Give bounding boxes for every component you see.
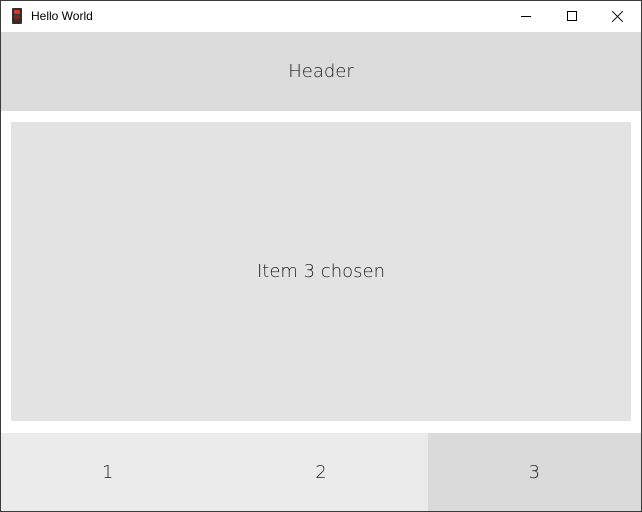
nav-item-label: 3 [528, 461, 541, 483]
traffic-light-icon [12, 8, 22, 24]
header-bar: Header [1, 32, 641, 111]
maximize-icon [567, 11, 577, 21]
minimize-icon [521, 16, 531, 17]
close-button[interactable] [595, 1, 641, 31]
nav-item-2[interactable]: 2 [214, 433, 428, 511]
header-title: Header [288, 61, 354, 82]
close-icon [611, 10, 624, 23]
nav-item-label: 2 [315, 461, 327, 483]
content-text: Item 3 chosen [256, 261, 386, 282]
nav-item-1[interactable]: 1 [1, 433, 215, 511]
app-window: Hello World Header Item 3 chosen 1 2 3 [0, 0, 642, 512]
window-title: Hello World [31, 9, 93, 23]
nav-item-3[interactable]: 3 [427, 433, 641, 511]
minimize-button[interactable] [503, 1, 549, 31]
title-bar[interactable]: Hello World [1, 1, 641, 31]
bottom-nav: 1 2 3 [1, 433, 641, 511]
maximize-button[interactable] [549, 1, 595, 31]
content-panel: Item 3 chosen [11, 122, 631, 421]
nav-item-label: 1 [101, 461, 114, 483]
